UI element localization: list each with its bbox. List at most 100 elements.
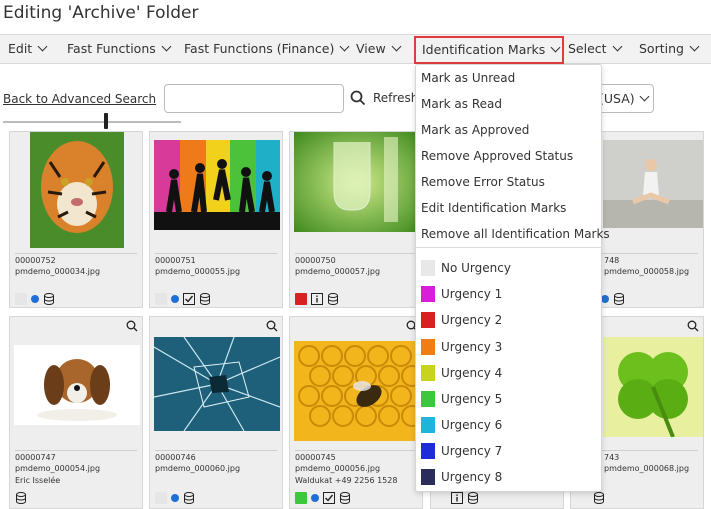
chevron-down-icon xyxy=(612,41,623,52)
menu-item-mark-as-approved[interactable]: Mark as Approved xyxy=(421,123,529,137)
yoga-woman-image xyxy=(603,140,703,228)
menu-select-label: Select xyxy=(568,41,607,56)
menu-item-urgency-8[interactable]: Urgency 8 xyxy=(421,469,502,485)
database-icon xyxy=(16,492,26,504)
card-divider xyxy=(15,253,137,254)
urgency-label: Urgency 6 xyxy=(441,418,503,432)
menu-item-remove-approved-status[interactable]: Remove Approved Status xyxy=(421,149,573,163)
urgency-label: Urgency 4 xyxy=(441,366,503,380)
menu-item-urgency-6[interactable]: Urgency 6 xyxy=(421,417,502,433)
asset-filename: pmdemo_000054.jpg xyxy=(15,464,101,473)
search-icon[interactable] xyxy=(350,90,366,106)
page-title: Editing 'Archive' Folder xyxy=(3,3,199,23)
asset-card[interactable]: 00000745 pmdemo_000056.jpg Waldukat +49 … xyxy=(289,316,423,509)
card-divider xyxy=(15,450,137,451)
menu-fast-functions-finance[interactable]: Fast Functions (Finance) xyxy=(184,35,350,64)
menu-item-mark-as-unread[interactable]: Mark as Unread xyxy=(421,71,515,85)
menu-item-urgency-4[interactable]: Urgency 4 xyxy=(421,365,502,381)
database-icon xyxy=(328,293,338,305)
identification-marks-dropdown: Mark as Unread Mark as Read Mark as Appr… xyxy=(415,64,610,492)
card-status-icons xyxy=(15,491,27,505)
urgency-label: Urgency 2 xyxy=(441,313,503,327)
asset-filename: pmdemo_000060.jpg xyxy=(155,464,241,473)
asset-filename: pmdemo_000056.jpg xyxy=(295,464,381,473)
asset-number: 00000746 xyxy=(155,453,196,462)
menu-fast-functions[interactable]: Fast Functions xyxy=(67,35,172,64)
menu-fast-functions-label: Fast Functions xyxy=(67,41,156,56)
database-icon xyxy=(44,293,54,305)
urgency-color-swatch xyxy=(421,339,435,355)
urgency-label: Urgency 3 xyxy=(441,340,503,354)
asset-card[interactable]: 00000752 pmdemo_000034.jpg xyxy=(9,131,143,308)
zoom-icon[interactable] xyxy=(687,320,699,332)
unread-dot-icon xyxy=(601,295,609,303)
card-status-icons xyxy=(155,491,195,505)
menu-sorting-label: Sorting xyxy=(639,41,684,56)
urgency-label: No Urgency xyxy=(441,261,511,275)
menu-divider xyxy=(416,247,601,248)
database-icon xyxy=(200,293,210,305)
chevron-down-icon xyxy=(161,41,172,52)
back-to-advanced-search-link[interactable]: Back to Advanced Search xyxy=(3,92,156,106)
asset-card[interactable]: 00000751 pmdemo_000055.jpg xyxy=(149,131,283,308)
asset-card[interactable]: 00000750 pmdemo_000057.jpg xyxy=(289,131,423,308)
menu-item-remove-error-status[interactable]: Remove Error Status xyxy=(421,175,545,189)
card-status-icons xyxy=(295,491,351,505)
menu-sorting[interactable]: Sorting xyxy=(639,35,700,64)
database-icon xyxy=(184,492,194,504)
unread-dot-icon xyxy=(31,295,39,303)
urgency-color-swatch xyxy=(421,417,435,433)
urgency-swatch xyxy=(155,492,167,504)
urgency-color-swatch xyxy=(421,391,435,407)
menu-identification-marks[interactable]: Identification Marks xyxy=(414,36,564,64)
card-status-icons xyxy=(593,491,605,505)
menu-item-mark-as-read[interactable]: Mark as Read xyxy=(421,97,502,111)
menu-item-edit-identification-marks[interactable]: Edit Identification Marks xyxy=(421,201,566,215)
search-input[interactable] xyxy=(164,84,344,113)
info-icon xyxy=(311,293,323,305)
bee-honeycomb-image xyxy=(294,341,420,441)
menu-item-urgency-3[interactable]: Urgency 3 xyxy=(421,339,502,355)
menu-item-urgency-7[interactable]: Urgency 7 xyxy=(421,443,502,459)
menu-item-urgency-5[interactable]: Urgency 5 xyxy=(421,391,502,407)
asset-number: 00000747 xyxy=(15,453,56,462)
menu-view[interactable]: View xyxy=(356,35,402,64)
menu-item-urgency-2[interactable]: Urgency 2 xyxy=(421,312,502,328)
card-status-icons xyxy=(295,292,339,306)
menu-item-remove-all-identification-marks[interactable]: Remove all Identification Marks xyxy=(421,227,610,241)
menu-identification-marks-label: Identification Marks xyxy=(422,42,546,57)
urgency-color-swatch xyxy=(421,443,435,459)
slider-handle[interactable] xyxy=(104,113,108,129)
asset-number: 00000745 xyxy=(295,453,336,462)
thumbnail-size-slider[interactable] xyxy=(3,121,181,123)
urgency-label: Urgency 5 xyxy=(441,392,503,406)
clover-leaf-image xyxy=(603,337,703,437)
zoom-icon[interactable] xyxy=(126,320,138,332)
menu-item-no-urgency[interactable]: No Urgency xyxy=(421,260,511,276)
beagle-puppy-image xyxy=(14,345,140,425)
asset-credit: Waldukat +49 2256 1528 xyxy=(295,476,398,485)
asset-card[interactable]: 00000746 pmdemo_000060.jpg xyxy=(149,316,283,509)
card-status-icons xyxy=(451,491,479,505)
menu-view-label: View xyxy=(356,41,386,56)
urgency-color-swatch xyxy=(421,286,435,302)
unread-dot-icon xyxy=(311,494,319,502)
asset-number: 743 xyxy=(604,453,620,462)
asset-number: 00000752 xyxy=(15,256,56,265)
menu-item-urgency-1[interactable]: Urgency 1 xyxy=(421,286,502,302)
menu-select[interactable]: Select xyxy=(568,35,623,64)
zoom-icon[interactable] xyxy=(266,320,278,332)
card-divider xyxy=(155,450,277,451)
asset-filename: pmdemo_000058.jpg xyxy=(604,267,690,276)
search-toolbar: Back to Advanced Search Refresh (USA) xyxy=(0,84,711,114)
asset-card[interactable]: 00000747 pmdemo_000054.jpg Eric Isselée xyxy=(9,316,143,509)
unread-dot-icon xyxy=(171,295,179,303)
menu-edit[interactable]: Edit xyxy=(8,35,48,64)
urgency-swatch xyxy=(155,293,167,305)
refresh-button[interactable]: Refresh xyxy=(373,91,418,105)
language-select-value: (USA) xyxy=(599,91,635,106)
urgency-label: Urgency 1 xyxy=(441,287,503,301)
chevron-down-icon xyxy=(689,41,700,52)
asset-number: 00000751 xyxy=(155,256,196,265)
chevron-down-icon xyxy=(339,41,350,52)
